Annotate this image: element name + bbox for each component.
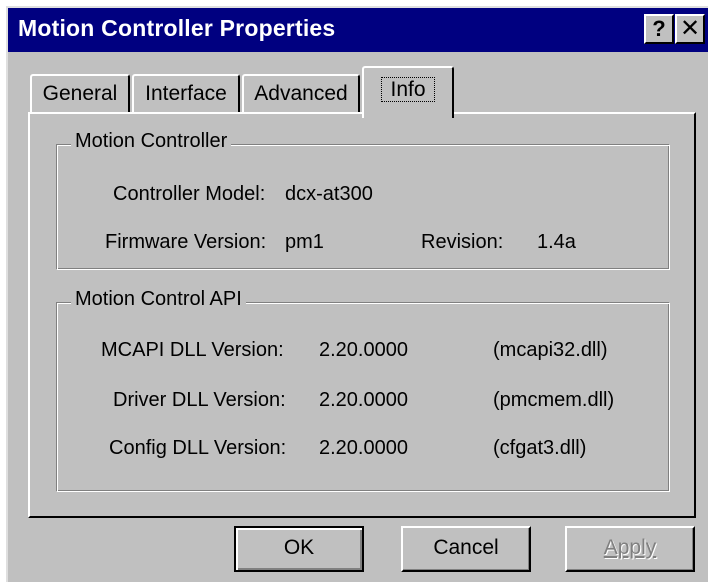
- tab-info[interactable]: Info: [362, 66, 454, 118]
- config-dll-file: (cfgat3.dll): [493, 437, 587, 459]
- properties-dialog: Motion Controller Properties ? ✕ General…: [6, 6, 708, 582]
- tab-info-label: Info: [381, 77, 435, 102]
- close-icon: ✕: [679, 15, 701, 42]
- motion-control-api-group: Motion Control API MCAPI DLL Version: 2.…: [56, 288, 670, 492]
- revision-label: Revision:: [421, 231, 504, 253]
- window-title: Motion Controller Properties: [18, 15, 336, 41]
- driver-dll-file: (pmcmem.dll): [493, 389, 615, 411]
- revision-value: 1.4a: [537, 231, 576, 253]
- help-button[interactable]: ?: [644, 14, 674, 44]
- tab-interface[interactable]: Interface: [132, 74, 240, 114]
- cancel-button[interactable]: Cancel: [401, 526, 531, 572]
- controller-model-value: dcx-at300: [285, 183, 373, 205]
- firmware-version-value: pm1: [285, 231, 324, 253]
- apply-button-label: Apply: [603, 536, 657, 559]
- close-button[interactable]: ✕: [675, 14, 705, 44]
- config-dll-label: Config DLL Version:: [109, 437, 287, 459]
- mcapi-dll-version: 2.20.0000: [319, 339, 408, 361]
- driver-dll-version: 2.20.0000: [319, 389, 408, 411]
- firmware-version-label: Firmware Version:: [105, 231, 267, 253]
- tab-advanced[interactable]: Advanced: [242, 74, 360, 114]
- controller-model-label: Controller Model:: [113, 183, 266, 205]
- ok-button[interactable]: OK: [234, 526, 364, 572]
- config-dll-version: 2.20.0000: [319, 437, 408, 459]
- motion-controller-legend: Motion Controller: [71, 130, 232, 153]
- question-mark-icon: ?: [652, 16, 666, 41]
- info-tab-panel: Motion Controller Controller Model: dcx-…: [28, 112, 696, 518]
- title-bar[interactable]: Motion Controller Properties ? ✕: [8, 8, 708, 52]
- driver-dll-label: Driver DLL Version:: [113, 389, 286, 411]
- mcapi-dll-label: MCAPI DLL Version:: [101, 339, 284, 361]
- tab-general[interactable]: General: [30, 74, 130, 114]
- apply-button[interactable]: Apply: [565, 526, 695, 572]
- mcapi-dll-file: (mcapi32.dll): [493, 339, 608, 361]
- motion-control-api-legend: Motion Control API: [71, 288, 246, 311]
- motion-controller-group: Motion Controller Controller Model: dcx-…: [56, 130, 670, 270]
